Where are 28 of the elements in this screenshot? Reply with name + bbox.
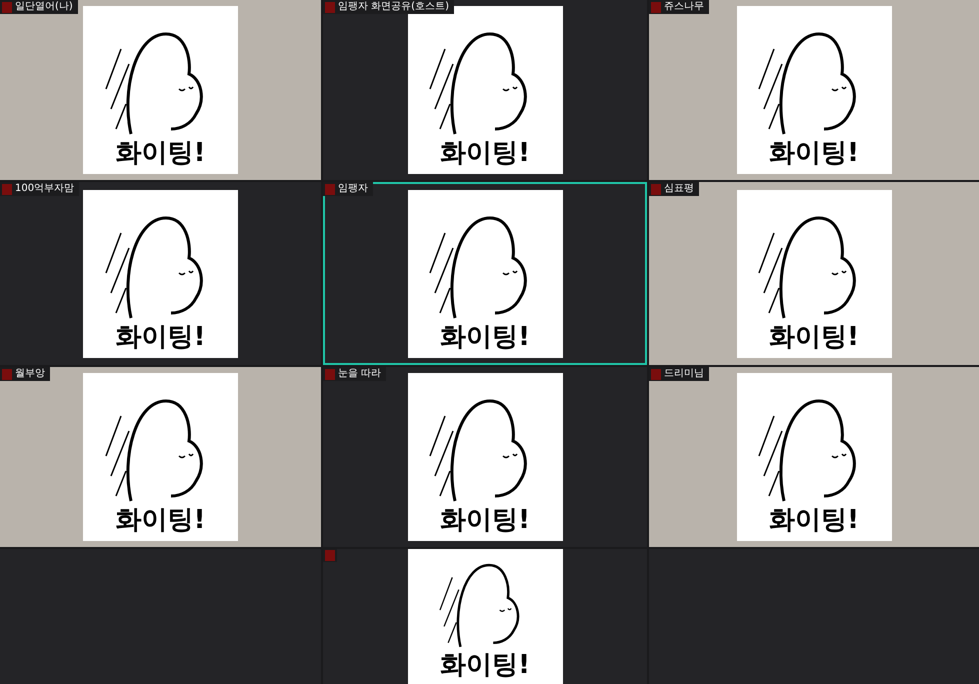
sticker-caption: 화이팅! xyxy=(440,322,530,352)
user-icon xyxy=(2,2,12,12)
user-icon xyxy=(2,368,12,380)
sticker-caption: 화이팅! xyxy=(769,506,859,535)
user-icon xyxy=(325,368,335,380)
sticker-caption: 화이팅! xyxy=(440,651,530,680)
sticker-caption: 화이팅! xyxy=(769,322,859,352)
participant-name: 심표평 xyxy=(664,183,694,195)
participant-name: 임팽자 xyxy=(338,183,368,195)
participant-name: 드리미님 xyxy=(664,368,704,380)
participant-name: 눈을 따라 xyxy=(338,368,382,380)
sticker-caption: 화이팅! xyxy=(440,139,530,168)
user-icon xyxy=(651,2,661,12)
participant-name: 쥬스나무 xyxy=(664,1,704,13)
participant-name: 월부앙 xyxy=(15,368,45,380)
sticker-caption: 화이팅! xyxy=(769,139,859,168)
sticker-caption: 화이팅! xyxy=(116,139,206,168)
user-icon xyxy=(651,184,661,194)
participant-name: 임팽자 화면공유(호스트) xyxy=(338,1,449,13)
user-icon xyxy=(651,368,661,380)
sticker-caption: 화이팅! xyxy=(116,322,206,352)
participant-name: 일단열어(나) xyxy=(15,1,73,13)
sticker-caption: 화이팅! xyxy=(116,506,206,535)
sticker-caption: 화이팅! xyxy=(440,506,530,535)
user-icon xyxy=(325,2,335,12)
user-icon xyxy=(2,184,12,194)
user-icon xyxy=(325,184,335,194)
participant-name: 100억부자맘 xyxy=(15,183,74,195)
